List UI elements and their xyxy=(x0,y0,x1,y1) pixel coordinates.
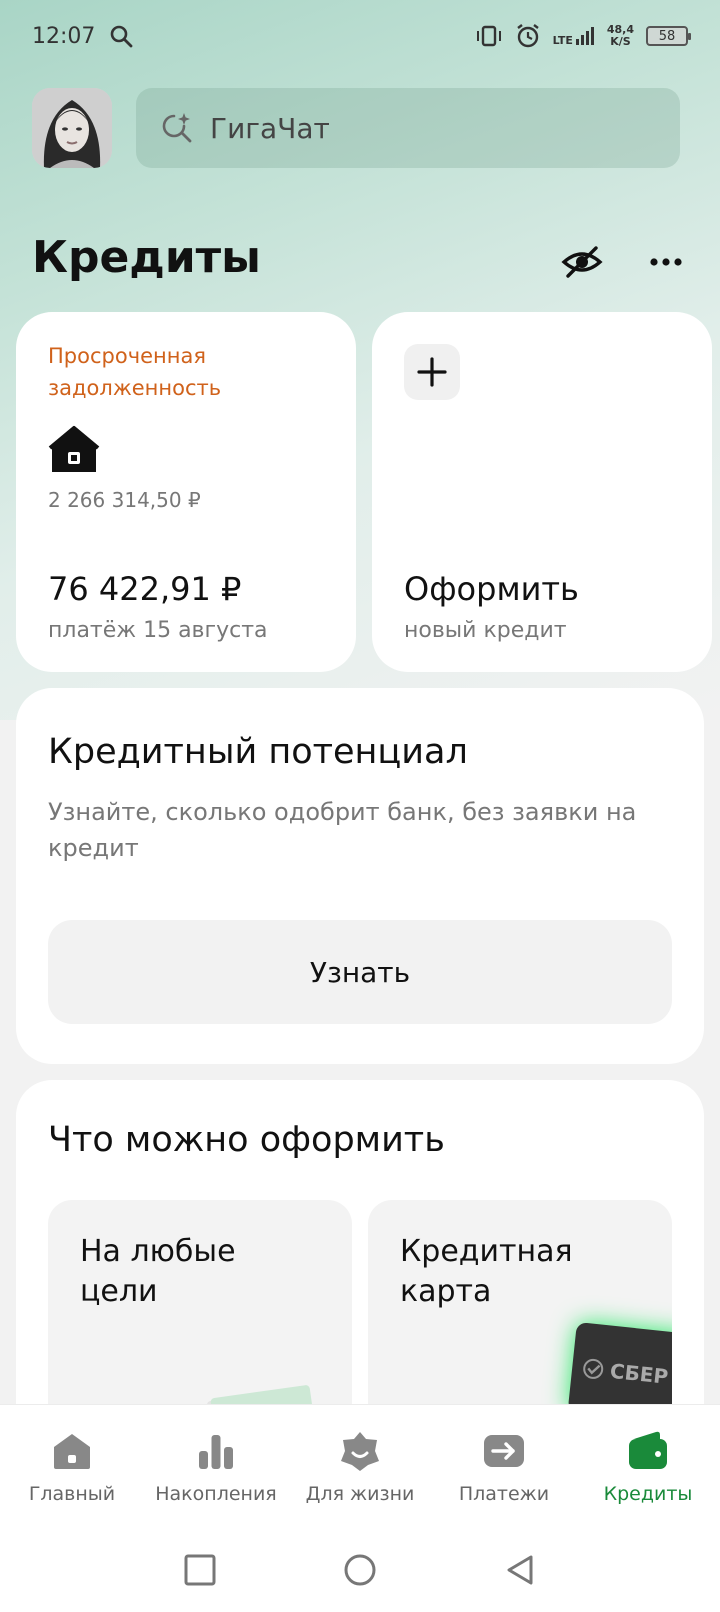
overdue-label: Просроченная задолженность xyxy=(48,344,222,400)
bottom-navigation: Главный Накопления Для жизни Платежи Кре… xyxy=(0,1404,720,1528)
credit-potential-title: Кредитный потенциал xyxy=(48,732,468,772)
payment-amount: 76 422,91 ₽ xyxy=(48,570,242,608)
learn-button[interactable]: Узнать xyxy=(48,920,672,1024)
more-dots-icon xyxy=(650,258,682,266)
nav-home[interactable]: Главный xyxy=(0,1405,144,1528)
credit-potential-description: Узнайте, сколько одобрит банк, без заявк… xyxy=(48,798,637,862)
mortgage-loan-card[interactable]: Просроченная задолженность 2 266 314,50 … xyxy=(16,312,356,672)
arrow-right-icon xyxy=(484,1435,524,1467)
house-icon xyxy=(48,426,100,472)
new-credit-title: Оформить xyxy=(404,570,579,608)
plus-icon xyxy=(417,357,447,387)
nav-label: Накопления xyxy=(155,1483,277,1505)
smile-star-icon xyxy=(341,1432,379,1471)
sber-logo-icon xyxy=(583,1358,604,1379)
nav-credits[interactable]: Кредиты xyxy=(576,1405,720,1528)
bar-chart-icon xyxy=(199,1435,233,1469)
search-label: ГигаЧат xyxy=(210,111,330,145)
wallet-icon xyxy=(629,1431,667,1469)
nav-payments[interactable]: Платежи xyxy=(432,1405,576,1528)
speed-unit: K/S xyxy=(610,35,631,48)
nav-for-life[interactable]: Для жизни xyxy=(288,1405,432,1528)
new-credit-subtitle: новый кредит xyxy=(404,618,567,643)
search-icon xyxy=(111,25,133,48)
back-triangle-icon[interactable] xyxy=(503,1553,537,1587)
nav-label: Для жизни xyxy=(305,1483,415,1505)
alarm-icon xyxy=(516,24,539,48)
network-type: LTE xyxy=(552,34,573,47)
offer-label: Кредитная карта xyxy=(400,1234,573,1309)
home-circle-icon[interactable] xyxy=(342,1552,378,1588)
battery-indicator: 58 xyxy=(646,26,691,46)
signal-icon xyxy=(575,27,594,45)
page-title: Кредиты xyxy=(32,232,261,283)
nav-label: Главный xyxy=(28,1483,116,1505)
gigachat-search[interactable]: ГигаЧат xyxy=(136,88,680,168)
eye-off-icon xyxy=(561,246,603,278)
nav-savings[interactable]: Накопления xyxy=(144,1405,288,1528)
status-time: 12:07 xyxy=(32,23,96,49)
status-indicators: LTE 48,4 K/S 58 xyxy=(475,23,691,49)
nav-label: Кредиты xyxy=(603,1483,693,1505)
user-photo-icon xyxy=(32,88,112,168)
home-icon xyxy=(54,1434,90,1469)
avatar[interactable] xyxy=(32,88,112,168)
payment-date: платёж 15 августа xyxy=(48,618,268,643)
hide-balance-button[interactable] xyxy=(560,240,604,284)
loan-total-amount: 2 266 314,50 ₽ xyxy=(48,488,201,512)
system-navigation xyxy=(0,1528,720,1612)
card-brand: СБЕР xyxy=(608,1358,670,1389)
new-credit-card[interactable]: Оформить новый кредит xyxy=(372,312,712,672)
status-bar: 12:07 LTE 48,4 K/S 58 xyxy=(0,0,720,72)
add-credit-button[interactable] xyxy=(404,344,460,400)
more-button[interactable] xyxy=(644,240,688,284)
recent-apps-icon[interactable] xyxy=(183,1553,217,1587)
offers-title: Что можно оформить xyxy=(48,1120,445,1160)
network-speed: 48,4 K/S xyxy=(607,24,634,47)
vibrate-icon xyxy=(476,25,501,47)
battery-level: 58 xyxy=(658,28,676,44)
offer-label: На любые цели xyxy=(80,1234,236,1309)
nav-label: Платежи xyxy=(458,1483,550,1505)
sparkle-search-icon xyxy=(162,113,192,143)
credit-potential-card: Кредитный потенциал Узнайте, сколько одо… xyxy=(16,688,704,1064)
